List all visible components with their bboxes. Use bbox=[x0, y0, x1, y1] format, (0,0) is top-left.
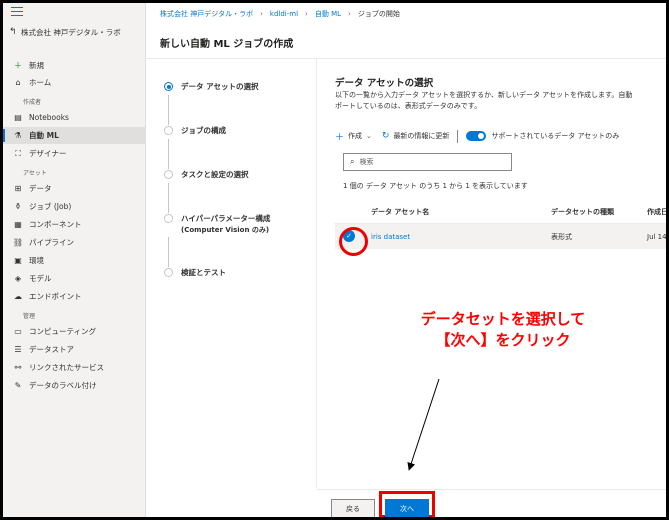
breadcrumb-separator: › bbox=[348, 10, 351, 18]
annotation-arrow bbox=[407, 378, 440, 471]
breadcrumb-separator: › bbox=[260, 10, 263, 18]
main-panel: データ アセットの選択 以下の一覧から入力データ アセットを選択するか、新しいデ… bbox=[317, 59, 666, 489]
step-configure-job[interactable]: ジョブの構成 bbox=[164, 125, 226, 136]
section-manage: 管理 bbox=[23, 313, 36, 320]
breadcrumb: 株式会社 神戸デジタル・ラボ › kdldi-ml › 自動 ML › ジョブの… bbox=[146, 3, 666, 25]
step-hyperparameters[interactable]: ハイパーパラメーター構成 (Computer Vision のみ) bbox=[164, 213, 270, 236]
endpoint-icon: ☁ bbox=[14, 292, 22, 301]
section-assets: アセット bbox=[23, 170, 47, 177]
breadcrumb-current: ジョブの開始 bbox=[357, 10, 400, 18]
sidebar: ↰ 株式会社 神戸デジタル・ラボ ＋ 新規 ⌂ ホーム 作成者 ▤ Notebo… bbox=[3, 3, 146, 517]
step-hyperparameters-line2: (Computer Vision のみ) bbox=[181, 226, 270, 234]
breadcrumb-separator: › bbox=[305, 10, 308, 18]
label-icon: ✎ bbox=[14, 381, 22, 390]
automl-icon: ⚗ bbox=[14, 131, 22, 140]
step-connector bbox=[168, 183, 169, 213]
sidebar-item-designer[interactable]: ⛶ デザイナー bbox=[3, 145, 146, 162]
next-button[interactable]: 次へ bbox=[385, 499, 429, 517]
sidebar-item-jobs[interactable]: ⚱ ジョブ (Job) bbox=[3, 198, 146, 215]
sidebar-item-endpoints[interactable]: ☁ エンドポイント bbox=[3, 288, 146, 305]
sidebar-item-components[interactable]: ▦ コンポーネント bbox=[3, 216, 146, 233]
sidebar-item-models[interactable]: ◈ モデル bbox=[3, 270, 146, 287]
sidebar-item-data-labeling[interactable]: ✎ データのラベル付け bbox=[3, 377, 146, 394]
app-window: ↰ 株式会社 神戸デジタル・ラボ ＋ 新規 ⌂ ホーム 作成者 ▤ Notebo… bbox=[3, 3, 666, 517]
step-indicator bbox=[164, 268, 173, 277]
step-select-data-asset[interactable]: データ アセットの選択 bbox=[164, 81, 258, 92]
home-icon: ⌂ bbox=[15, 78, 21, 87]
plus-icon: ＋ bbox=[14, 61, 22, 70]
wizard-steps: データ アセットの選択 ジョブの構成 タスクと設定の選択 ハイパーパラメーター構… bbox=[146, 59, 316, 489]
wizard-footer: 戻る 次へ bbox=[317, 489, 666, 517]
hamburger-icon[interactable] bbox=[11, 7, 23, 17]
sidebar-item-notebooks[interactable]: ▤ Notebooks bbox=[3, 109, 146, 126]
step-indicator bbox=[164, 214, 173, 223]
step-validation-test[interactable]: 検証とテスト bbox=[164, 267, 226, 278]
notebook-icon: ▤ bbox=[14, 113, 22, 122]
workspace-switcher[interactable]: ↰ 株式会社 神戸デジタル・ラボ bbox=[9, 25, 143, 39]
link-icon: ⚯ bbox=[14, 363, 22, 372]
step-indicator bbox=[164, 126, 173, 135]
components-icon: ▦ bbox=[14, 220, 22, 229]
breadcrumb-item-resource[interactable]: kdldi-ml bbox=[270, 10, 298, 18]
environment-icon: ▣ bbox=[14, 256, 22, 265]
designer-icon: ⛶ bbox=[15, 148, 21, 158]
sidebar-item-datastores[interactable]: ☰ データストア bbox=[3, 341, 146, 358]
sidebar-item-automl[interactable]: ⚗ 自動 ML bbox=[3, 127, 146, 144]
flask-icon: ⚱ bbox=[14, 202, 22, 211]
page-title: 新しい自動 ML ジョブの作成 bbox=[160, 39, 294, 50]
sidebar-item-linked-services[interactable]: ⚯ リンクされたサービス bbox=[3, 359, 146, 376]
step-active-indicator bbox=[164, 82, 173, 91]
sidebar-item-home[interactable]: ⌂ ホーム bbox=[3, 74, 146, 91]
workspace-name: 株式会社 神戸デジタル・ラボ bbox=[21, 27, 121, 37]
step-indicator bbox=[164, 170, 173, 179]
breadcrumb-item-automl[interactable]: 自動 ML bbox=[315, 9, 341, 19]
sidebar-item-environments[interactable]: ▣ 環境 bbox=[3, 252, 146, 269]
section-authoring: 作成者 bbox=[23, 99, 42, 106]
back-button[interactable]: 戻る bbox=[331, 499, 375, 517]
pipeline-icon: ⛓ bbox=[12, 238, 24, 247]
sidebar-item-data[interactable]: ⊞ データ bbox=[3, 180, 146, 197]
sidebar-item-pipelines[interactable]: ⛓ パイプライン bbox=[3, 234, 146, 251]
step-hyperparameters-line1: ハイパーパラメーター構成 bbox=[181, 214, 271, 223]
step-connector bbox=[168, 95, 169, 125]
step-task-settings[interactable]: タスクと設定の選択 bbox=[164, 169, 249, 180]
sidebar-item-new[interactable]: ＋ 新規 bbox=[3, 57, 146, 74]
data-icon: ⊞ bbox=[14, 184, 22, 193]
back-arrow-icon: ↰ bbox=[9, 27, 17, 37]
compute-icon: ▭ bbox=[14, 327, 22, 336]
breadcrumb-item-workspace[interactable]: 株式会社 神戸デジタル・ラボ bbox=[160, 9, 253, 19]
step-connector bbox=[168, 139, 169, 169]
model-icon: ◈ bbox=[14, 274, 22, 283]
datastore-icon: ☰ bbox=[14, 345, 22, 354]
step-connector bbox=[168, 237, 169, 267]
sidebar-item-compute[interactable]: ▭ コンピューティング bbox=[3, 323, 146, 340]
